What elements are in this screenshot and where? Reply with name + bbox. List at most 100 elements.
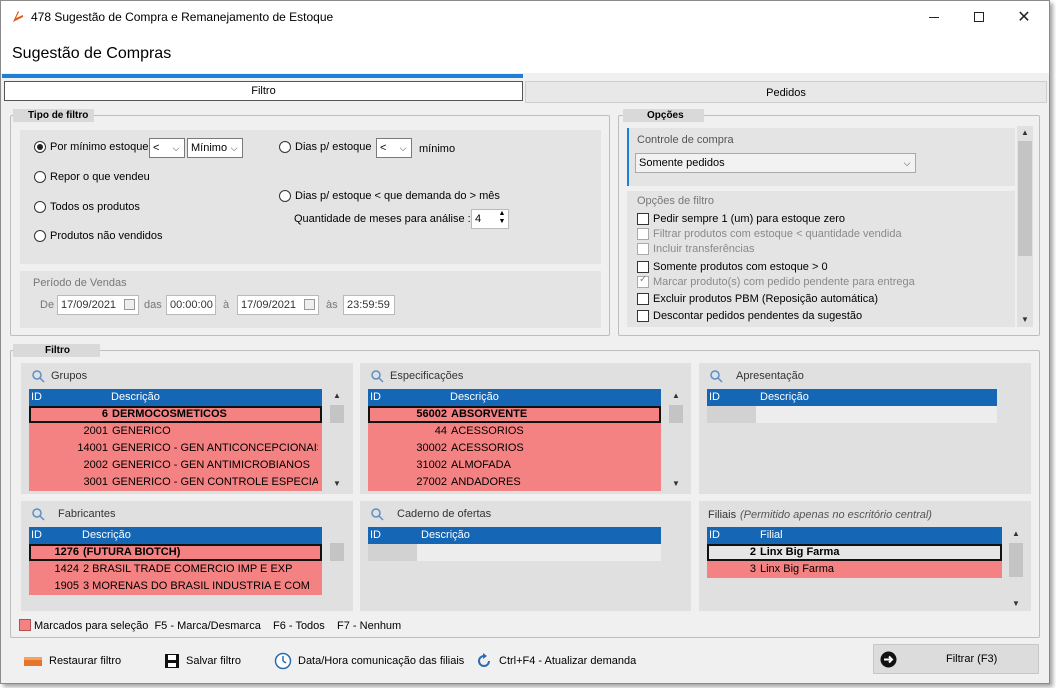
col-desc-header[interactable]: Descrição <box>760 389 809 406</box>
scroll-thumb[interactable] <box>330 543 344 561</box>
scroll-thumb[interactable] <box>1018 141 1032 256</box>
especificacoes-scrollbar[interactable]: ▲ ▼ <box>668 389 684 491</box>
restaurar-filtro-button[interactable]: Restaurar filtro <box>23 649 121 673</box>
cell-id: 30002 <box>416 442 447 454</box>
check-marcar-pendente[interactable]: Marcar produto(s) com pedido pendente pa… <box>637 274 915 288</box>
tab-pedidos[interactable]: Pedidos <box>525 81 1047 103</box>
table-row[interactable]: 1424 2 BRASIL TRADE COMERCIO IMP E EXP <box>29 561 322 578</box>
col-id-header[interactable]: ID <box>370 527 381 544</box>
table-row[interactable]: 14001 GENERICO - GEN ANTICONCEPCIONAIS <box>29 440 322 457</box>
operator-select[interactable]: < ⌵ <box>149 138 185 158</box>
filtrar-button[interactable]: Filtrar (F3) <box>873 644 1039 674</box>
scroll-up-icon[interactable]: ▲ <box>1017 126 1033 140</box>
meses-label: Quantidade de meses para análise : <box>294 213 471 225</box>
salvar-filtro-button[interactable]: Salvar filtro <box>164 649 241 673</box>
minimo-select[interactable]: Mínimo ⌵ <box>187 138 243 158</box>
scroll-thumb[interactable] <box>330 405 344 423</box>
search-icon[interactable] <box>31 369 45 383</box>
table-row[interactable]: 3001 GENERICO - GEN CONTROLE ESPECIAL <box>29 474 322 491</box>
col-desc-header[interactable]: Descrição <box>111 389 160 406</box>
legend-text: Marcados para seleção F5 - Marca/Desmarc… <box>34 620 402 632</box>
meses-stepper[interactable]: 4 ▲ ▼ <box>471 209 509 229</box>
maximize-button[interactable] <box>956 1 1002 33</box>
date-to-value: 17/09/2021 <box>241 299 297 311</box>
row-indicator <box>707 406 756 423</box>
scroll-down-icon[interactable]: ▼ <box>1008 597 1024 611</box>
check-descontar-pedidos[interactable]: Descontar pedidos pendentes da sugestão <box>637 310 862 322</box>
controle-select[interactable]: Somente pedidos ⌵ <box>635 153 916 173</box>
col-desc-header[interactable]: Descrição <box>450 389 499 406</box>
table-row[interactable]: 2 Linx Big Farma <box>707 544 1002 561</box>
opcoes-scrollbar[interactable]: ▲ ▼ <box>1017 126 1033 327</box>
date-from-field[interactable]: 17/09/2021 <box>57 295 139 315</box>
checkbox-label: Marcar produto(s) com pedido pendente pa… <box>653 276 915 288</box>
search-icon[interactable] <box>370 507 384 521</box>
col-id-header[interactable]: ID <box>31 527 42 544</box>
col-desc-header[interactable]: Filial <box>760 527 783 544</box>
search-icon[interactable] <box>370 369 384 383</box>
check-somente-estoque[interactable]: Somente produtos com estoque > 0 <box>637 261 828 273</box>
col-id-header[interactable]: ID <box>31 389 42 406</box>
radio-todos[interactable]: Todos os produtos <box>34 201 140 213</box>
radio-repor[interactable]: Repor o que vendeu <box>34 171 150 183</box>
col-desc-header[interactable]: Descrição <box>82 527 131 544</box>
table-row[interactable]: 1905 3 MORENAS DO BRASIL INDUSTRIA E COM <box>29 578 322 595</box>
scroll-down-icon[interactable]: ▼ <box>1017 313 1033 327</box>
table-row[interactable]: 2002 GENERICO - GEN ANTIMICROBIANOS <box>29 457 322 474</box>
date-to-field[interactable]: 17/09/2021 <box>237 295 319 315</box>
maximize-icon <box>974 12 984 22</box>
radio-label: Todos os produtos <box>50 201 140 213</box>
time-from-field[interactable]: 00:00:00 <box>166 295 216 315</box>
datahora-button[interactable]: Data/Hora comunicação das filiais <box>274 649 464 673</box>
time-to-field[interactable]: 23:59:59 <box>343 295 395 315</box>
table-row[interactable]: 56002 ABSORVENTE <box>368 406 661 423</box>
filiais-header: ID Filial <box>707 527 1002 544</box>
tab-filtro[interactable]: Filtro <box>4 81 523 101</box>
table-row[interactable]: 1276 (FUTURA BIOTCH) <box>29 544 322 561</box>
minimize-icon <box>929 16 939 18</box>
cell-desc: GENERICO - GEN ANTIMICROBIANOS <box>112 459 311 471</box>
radio-dias-demanda[interactable]: Dias p/ estoque < que demanda do > mês <box>279 190 500 202</box>
table-row[interactable]: 3 Linx Big Farma <box>707 561 1002 578</box>
check-excluir-pbm[interactable]: Excluir produtos PBM (Reposição automáti… <box>637 293 878 305</box>
radio-por-minimo[interactable]: Por mínimo estoque <box>34 141 148 153</box>
dias-operator-select[interactable]: < ⌵ <box>376 138 412 158</box>
scroll-up-icon[interactable]: ▲ <box>668 389 684 403</box>
search-icon[interactable] <box>31 507 45 521</box>
scroll-down-icon[interactable]: ▼ <box>329 477 345 491</box>
fabricantes-scrollbar[interactable] <box>329 527 345 595</box>
radio-nao-vendidos[interactable]: Produtos não vendidos <box>34 230 163 242</box>
scroll-thumb[interactable] <box>1009 543 1023 577</box>
close-button[interactable]: ✕ <box>1001 1 1047 33</box>
table-row[interactable]: 2001 GENERICO <box>29 423 322 440</box>
table-row[interactable]: 27002 ANDADORES <box>368 474 661 491</box>
radio-dias-estoque[interactable]: Dias p/ estoque <box>279 141 371 153</box>
table-row[interactable]: 44 ACESSORIOS <box>368 423 661 440</box>
stepper-arrows-icon[interactable]: ▲ ▼ <box>497 210 507 226</box>
col-id-header[interactable]: ID <box>709 389 720 406</box>
scroll-up-icon[interactable]: ▲ <box>1008 527 1024 541</box>
cell-desc: GENERICO <box>112 425 171 437</box>
calendar-icon[interactable] <box>304 299 315 310</box>
controle-value: Somente pedidos <box>639 157 725 169</box>
minimize-button[interactable] <box>911 1 957 33</box>
table-row[interactable]: 30002 ACESSORIOS <box>368 440 661 457</box>
check-pedir-sempre[interactable]: Pedir sempre 1 (um) para estoque zero <box>637 213 845 225</box>
calendar-icon[interactable] <box>124 299 135 310</box>
scroll-up-icon[interactable]: ▲ <box>329 389 345 403</box>
col-id-header[interactable]: ID <box>709 527 720 544</box>
cell-id: 31002 <box>416 459 447 471</box>
scroll-down-icon[interactable]: ▼ <box>668 477 684 491</box>
filiais-scrollbar[interactable]: ▲ ▼ <box>1008 527 1024 611</box>
table-row[interactable]: 31002 ALMOFADA <box>368 457 661 474</box>
table-row[interactable]: 6 DERMOCOSMETICOS <box>29 406 322 423</box>
col-id-header[interactable]: ID <box>370 389 381 406</box>
check-incluir-transferencias[interactable]: Incluir transferências <box>637 243 755 255</box>
search-icon[interactable] <box>709 369 723 383</box>
scroll-thumb[interactable] <box>669 405 683 423</box>
col-desc-header[interactable]: Descrição <box>421 527 470 544</box>
grupos-scrollbar[interactable]: ▲ ▼ <box>329 389 345 491</box>
check-filtrar-estoque[interactable]: Filtrar produtos com estoque < quantidad… <box>637 228 902 240</box>
atualizar-demanda-button[interactable]: Ctrl+F4 - Atualizar demanda <box>475 649 636 673</box>
filtrar-label: Filtrar (F3) <box>946 653 998 665</box>
